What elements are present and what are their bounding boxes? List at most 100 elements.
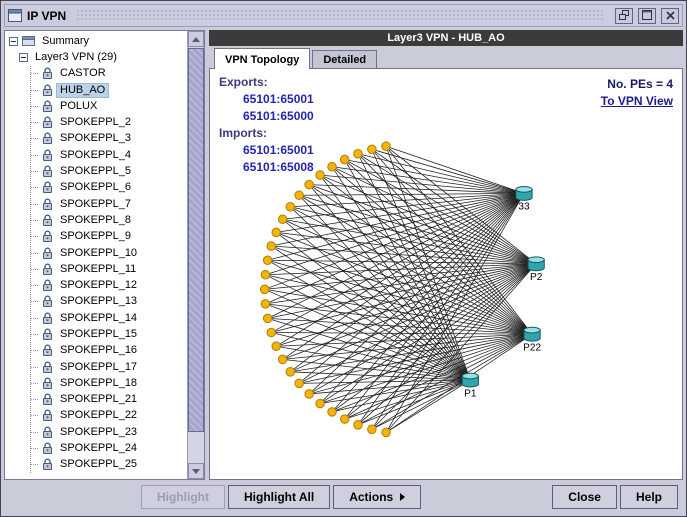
ce-node[interactable]: [382, 428, 391, 437]
tree-node-spokeppl_17[interactable]: SPOKEPPL_17: [31, 359, 187, 375]
tree-node-spokeppl_9[interactable]: SPOKEPPL_9: [31, 229, 187, 245]
lock-icon: [42, 100, 53, 113]
ce-node[interactable]: [305, 390, 314, 399]
scroll-down-button[interactable]: [188, 463, 204, 479]
tree-node-spokeppl_8[interactable]: SPOKEPPL_8: [31, 212, 187, 228]
ce-node[interactable]: [261, 270, 270, 279]
ce-node[interactable]: [261, 300, 270, 309]
router-icon-top: [462, 373, 478, 379]
tree-node-spokeppl_6[interactable]: SPOKEPPL_6: [31, 180, 187, 196]
tree-node-label: SPOKEPPL_8: [57, 214, 134, 227]
ce-node[interactable]: [328, 408, 337, 417]
tree-node-label: SPOKEPPL_11: [57, 263, 139, 276]
tree-node-label: SPOKEPPL_21: [57, 393, 140, 406]
tree-node-spokeppl_5[interactable]: SPOKEPPL_5: [31, 163, 187, 179]
export-target: 65101:65001: [219, 91, 314, 108]
router-node[interactable]: P1: [462, 373, 478, 399]
tree-node-label: SPOKEPPL_23: [57, 426, 140, 439]
ce-node[interactable]: [263, 256, 272, 265]
scrollbar-thumb[interactable]: [188, 48, 204, 432]
ce-node[interactable]: [368, 425, 377, 434]
tree-node-spokeppl_11[interactable]: SPOKEPPL_11: [31, 261, 187, 277]
ce-node[interactable]: [267, 328, 276, 337]
tree-node-spokeppl_2[interactable]: SPOKEPPL_2: [31, 114, 187, 130]
ce-node[interactable]: [286, 203, 295, 212]
ce-node[interactable]: [354, 149, 363, 158]
tree-node-label: SPOKEPPL_13: [57, 295, 140, 308]
tree-node-spokeppl_13[interactable]: SPOKEPPL_13: [31, 294, 187, 310]
tree-node-spokeppl_4[interactable]: SPOKEPPL_4: [31, 147, 187, 163]
ce-node[interactable]: [272, 342, 281, 351]
ce-node[interactable]: [316, 399, 325, 408]
ce-node[interactable]: [278, 215, 287, 224]
tree-connector: [31, 301, 38, 302]
ce-node[interactable]: [286, 368, 295, 377]
tree-node-spokeppl_14[interactable]: SPOKEPPL_14: [31, 310, 187, 326]
maximize-window-button[interactable]: [638, 8, 656, 24]
to-vpn-view-link[interactable]: To VPN View: [601, 93, 673, 109]
expander-icon[interactable]: [19, 53, 28, 62]
tree-scrollbar[interactable]: [187, 31, 204, 479]
tree-node-spokeppl_18[interactable]: SPOKEPPL_18: [31, 375, 187, 391]
ce-node[interactable]: [305, 180, 314, 189]
ce-node[interactable]: [267, 242, 276, 251]
tree-node-spokeppl_10[interactable]: SPOKEPPL_10: [31, 245, 187, 261]
actions-button[interactable]: Actions: [333, 485, 421, 509]
ce-node[interactable]: [263, 314, 272, 323]
close-button[interactable]: Close: [552, 485, 617, 509]
tree-node-spokeppl_22[interactable]: SPOKEPPL_22: [31, 408, 187, 424]
tree-connector: [31, 448, 38, 449]
tree-node-spokeppl_21[interactable]: SPOKEPPL_21: [31, 392, 187, 408]
tree-node-layer3-vpn[interactable]: Layer3 VPN (29): [19, 49, 187, 65]
ce-node[interactable]: [328, 162, 337, 171]
highlight-all-button[interactable]: Highlight All: [228, 485, 330, 509]
router-node[interactable]: P2: [528, 257, 544, 283]
ce-node[interactable]: [340, 155, 349, 164]
tree-node-spokeppl_15[interactable]: SPOKEPPL_15: [31, 326, 187, 342]
expander-icon[interactable]: [9, 37, 18, 46]
close-window-button[interactable]: [661, 8, 679, 24]
ce-node[interactable]: [278, 355, 287, 364]
lock-icon: [42, 344, 53, 357]
tree-node-spokeppl_7[interactable]: SPOKEPPL_7: [31, 196, 187, 212]
tree-node-spokeppl_3[interactable]: SPOKEPPL_3: [31, 131, 187, 147]
router-label: P2: [530, 272, 543, 283]
ce-node[interactable]: [295, 379, 304, 388]
ce-node[interactable]: [272, 228, 281, 237]
ce-node[interactable]: [368, 145, 377, 154]
tab-detailed[interactable]: Detailed: [312, 50, 377, 68]
tree-node-spokeppl_25[interactable]: SPOKEPPL_25: [31, 457, 187, 473]
lock-icon: [42, 67, 53, 80]
tree-node-summary[interactable]: Summary: [9, 33, 187, 49]
tree-node-spokeppl_23[interactable]: SPOKEPPL_23: [31, 424, 187, 440]
tree-node-spokeppl_24[interactable]: SPOKEPPL_24: [31, 440, 187, 456]
ce-node[interactable]: [295, 191, 304, 200]
ce-node[interactable]: [340, 415, 349, 424]
ce-node[interactable]: [354, 421, 363, 430]
tree-node-polux[interactable]: POLUX: [31, 98, 187, 114]
lock-icon: [42, 214, 53, 227]
tree-node-castor[interactable]: CASTOR: [31, 66, 187, 82]
titlebar[interactable]: IP VPN: [4, 4, 683, 27]
ce-node[interactable]: [260, 285, 269, 294]
tree-connector: [31, 285, 38, 286]
tree-connector: [31, 399, 38, 400]
ce-node[interactable]: [382, 142, 391, 151]
lock-icon: [42, 328, 53, 341]
router-icon-top: [516, 186, 532, 192]
restore-window-button[interactable]: [615, 8, 633, 24]
tree-node-spokeppl_12[interactable]: SPOKEPPL_12: [31, 277, 187, 293]
tab-vpn-topology[interactable]: VPN Topology: [214, 48, 310, 69]
help-button[interactable]: Help: [620, 485, 678, 509]
router-node[interactable]: 33: [516, 186, 532, 212]
tree-node-spokeppl_16[interactable]: SPOKEPPL_16: [31, 343, 187, 359]
tree-node-label: Layer3 VPN (29): [32, 51, 120, 64]
router-node[interactable]: P22: [523, 327, 541, 353]
tree-node-hub_ao[interactable]: HUB_AO: [31, 82, 187, 98]
ce-node[interactable]: [316, 171, 325, 180]
tree-connector: [31, 90, 38, 91]
arrow-up-icon: [192, 37, 200, 42]
tree-node-label: SPOKEPPL_17: [57, 361, 140, 374]
scroll-up-button[interactable]: [188, 31, 204, 47]
router-icon-top: [524, 327, 540, 333]
